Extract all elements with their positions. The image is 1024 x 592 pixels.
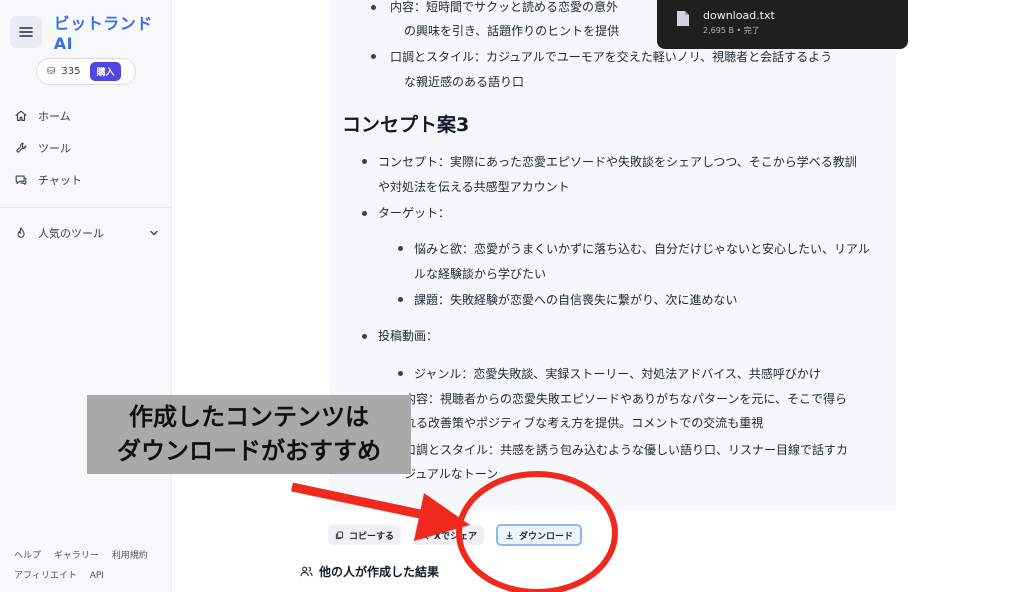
list-item: ターゲット： (378, 206, 451, 220)
popular-tools-toggle[interactable]: 人気のツール (14, 225, 160, 241)
list-bullet (362, 159, 367, 164)
list-item-continued: れる改善策やポジティブな考え方を提供。コメントでの交流も重視 (404, 416, 764, 430)
list-item: ジャンル：恋愛失敗談、実録ストーリー、対処法アドバイス、共感呼びかけ (414, 367, 821, 381)
file-icon (677, 11, 689, 26)
footer-link-help[interactable]: ヘルプ (14, 551, 41, 561)
list-item-continued: ジュアルなトーン (404, 467, 499, 481)
sidebar-nav: ホーム ツール チャット (14, 100, 82, 196)
credit-count: 335 (61, 66, 81, 77)
annotation-line-1: 作成したコンテンツは (129, 403, 369, 431)
list-item-continued: ルな経験談から学びたい (414, 267, 547, 281)
footer-link-terms[interactable]: 利用規約 (112, 551, 148, 561)
flame-icon (17, 227, 25, 238)
sidebar-divider (0, 207, 172, 208)
section-heading: コンセプト案3 (342, 114, 470, 136)
brand-logo[interactable]: ビットランドAI (54, 10, 171, 53)
hamburger-icon (19, 26, 33, 37)
annotation-callout: 作成したコンテンツは ダウンロードがおすすめ (87, 395, 411, 474)
list-item: コンセプト：実際にあった恋愛エピソードや失敗談をシェアしつつ、そこから学べる教訓 (378, 155, 857, 169)
download-button[interactable]: ダウンロード (495, 524, 582, 546)
share-x-button[interactable]: Xでシェア (413, 525, 484, 545)
footer-link-api[interactable]: API (90, 571, 104, 581)
hamburger-menu-button[interactable] (10, 15, 42, 48)
sidebar-item-tools[interactable]: ツール (14, 132, 82, 164)
annotation-line-2: ダウンロードがおすすめ (117, 437, 381, 465)
popular-tools-label: 人気のツール (38, 227, 104, 240)
brand-row: ビットランドAI (10, 10, 171, 53)
copy-button-label: コピーする (349, 531, 395, 542)
result-actions: コピーする Xでシェア ダウンロード (328, 524, 594, 546)
list-item: 悩みと欲：恋愛がうまくいかずに落ち込む、自分だけじゃないと安心したい、リアル (414, 242, 870, 256)
download-status: 2,695 B • 完了 (703, 26, 760, 35)
list-item-continued: の興味を引き、話題作りのヒントを提供 (404, 24, 620, 38)
list-item: 口調とスタイル：共感を誘う包み込むような優しい語り口、リスナー目線で話すカ (404, 443, 849, 457)
sidebar-item-label: ツール (38, 142, 71, 155)
buy-button[interactable]: 購入 (90, 62, 121, 81)
copy-button[interactable]: コピーする (328, 525, 402, 545)
coin-icon: ⛁ (47, 66, 56, 77)
copy-icon (335, 530, 344, 539)
credit-balance[interactable]: ⛁ 335 購入 (36, 58, 136, 85)
list-item-continued: な親近感のある語り口 (404, 75, 525, 89)
sidebar-footer-links: ヘルプ ギャラリー 利用規約 アフィリエイト API (14, 546, 164, 586)
list-bullet (398, 246, 403, 251)
list-bullet (362, 211, 367, 216)
share-x-button-label: Xでシェア (434, 531, 477, 542)
download-icon (506, 531, 513, 539)
download-filename[interactable]: download.txt (703, 9, 775, 22)
list-item-continued: や対処法を伝える共感型アカウント (378, 180, 570, 194)
sidebar: ビットランドAI ⛁ 335 購入 ホーム ツール チャット 人気のツール ヘル… (0, 0, 172, 592)
sidebar-item-label: チャット (38, 174, 82, 187)
list-bullet (362, 334, 367, 339)
list-item: 内容：短時間でサクッと読める恋愛の意外 (390, 0, 619, 14)
chevron-down-icon (150, 230, 158, 236)
list-item: 内容：視聴者からの恋愛失敗エピソードやありがちなパターンを元に、そこで得ら (404, 392, 848, 406)
list-item: 口調とスタイル：カジュアルでユーモアを交えた軽いノリ、視聴者と会話するよう (390, 50, 833, 64)
download-button-label: ダウンロード (518, 531, 573, 542)
wrench-icon (16, 142, 27, 153)
footer-link-affiliate[interactable]: アフィリエイト (14, 571, 77, 581)
list-bullet (398, 297, 403, 302)
x-logo-icon (420, 530, 429, 540)
sidebar-item-label: ホーム (38, 110, 71, 123)
list-item: 課題：失敗経験が恋愛への自信喪失に繋がり、次に進めない (414, 293, 738, 307)
footer-link-gallery[interactable]: ギャラリー (54, 551, 99, 561)
sidebar-item-chat[interactable]: チャット (14, 164, 82, 196)
list-bullet (398, 371, 403, 376)
download-popup[interactable]: download.txt 2,695 B • 完了 (657, 0, 908, 49)
others-results-label: 他の人が作成した結果 (319, 565, 440, 579)
chat-icon (15, 175, 27, 185)
list-bullet (371, 54, 376, 59)
sidebar-item-home[interactable]: ホーム (14, 100, 82, 132)
others-results-heading: 他の人が作成した結果 (300, 563, 439, 580)
list-bullet (371, 5, 376, 10)
users-icon (300, 566, 313, 577)
list-item: 投稿動画： (378, 329, 439, 343)
home-icon (15, 110, 27, 121)
